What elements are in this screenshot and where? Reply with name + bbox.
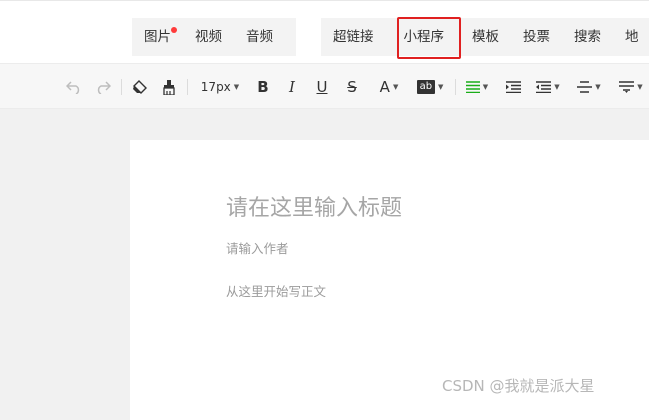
- caret-down-icon: ▼: [637, 83, 643, 91]
- indent-icon: [505, 81, 521, 93]
- menu-image[interactable]: 图片: [132, 18, 183, 56]
- menu-location-label: 地: [625, 29, 639, 45]
- menu-video[interactable]: 视频: [183, 18, 234, 56]
- menu-vote-label: 投票: [523, 29, 550, 45]
- menu-search[interactable]: 搜索: [562, 18, 613, 56]
- menu-video-label: 视频: [195, 29, 222, 45]
- title-input[interactable]: 请在这里输入标题: [226, 190, 402, 222]
- author-input[interactable]: 请输入作者: [226, 238, 289, 257]
- align-left-button[interactable]: ▼: [462, 64, 492, 110]
- background-color-label: ab: [419, 81, 433, 92]
- indent-button[interactable]: [502, 64, 524, 110]
- menu-template-label: 模板: [472, 29, 499, 45]
- separator: [121, 79, 122, 95]
- eraser-icon: [132, 79, 147, 94]
- separator: [455, 79, 456, 95]
- body-input[interactable]: 从这里开始写正文: [226, 281, 326, 300]
- undo-icon: [66, 81, 80, 94]
- tools-group: 超链接 小程序 模板 投票 搜索 地: [321, 18, 649, 56]
- menu-miniprogram[interactable]: 小程序: [386, 18, 461, 56]
- watermark-text: CSDN @我就是派大星: [442, 377, 595, 395]
- paragraph-indent-button[interactable]: ▼: [533, 64, 563, 110]
- paragraph-spacing-icon: [619, 81, 635, 93]
- font-size-dropdown[interactable]: 17px ▼: [195, 64, 245, 110]
- background-color-button[interactable]: ab ▼: [414, 64, 446, 110]
- insert-menu-bar: 图片 视频 音频 超链接 小程序 模板 投票 搜索 地: [0, 0, 649, 63]
- menu-location[interactable]: 地: [613, 18, 649, 56]
- menu-template[interactable]: 模板: [460, 18, 511, 56]
- bold-label: B: [257, 78, 269, 96]
- outdent-icon: [536, 81, 552, 93]
- menu-search-label: 搜索: [574, 29, 601, 45]
- format-toolbar: 17px ▼ B I U S A ▼ ab ▼ ▼ ▼ ▼ ▼: [0, 63, 649, 109]
- media-group: 图片 视频 音频: [132, 18, 296, 56]
- new-badge-dot: [171, 27, 177, 33]
- brush-icon: [163, 79, 175, 95]
- menu-audio[interactable]: 音频: [234, 18, 285, 56]
- align-left-icon: [465, 81, 480, 93]
- underline-label: U: [316, 78, 328, 96]
- clear-format-button[interactable]: [158, 64, 180, 110]
- strikethrough-button[interactable]: S: [342, 64, 362, 110]
- caret-down-icon: ▼: [392, 83, 399, 91]
- italic-label: I: [289, 78, 295, 96]
- caret-down-icon: ▼: [482, 83, 489, 91]
- strikethrough-label: S: [347, 78, 357, 96]
- caret-down-icon: ▼: [233, 83, 240, 91]
- menu-miniprogram-label: 小程序: [403, 29, 445, 45]
- font-color-button[interactable]: A ▼: [373, 64, 405, 110]
- menu-hyperlink-label: 超链接: [333, 29, 374, 45]
- redo-icon: [97, 81, 111, 94]
- line-spacing-button[interactable]: ▼: [574, 64, 604, 110]
- format-painter-button[interactable]: [129, 64, 149, 110]
- separator: [187, 79, 188, 95]
- caret-down-icon: ▼: [438, 83, 444, 91]
- menu-hyperlink[interactable]: 超链接: [321, 18, 386, 56]
- font-color-label: A: [379, 78, 390, 96]
- line-spacing-icon: [577, 81, 593, 93]
- font-size-value: 17px: [200, 80, 231, 94]
- underline-button[interactable]: U: [312, 64, 332, 110]
- caret-down-icon: ▼: [554, 83, 560, 91]
- paragraph-spacing-button[interactable]: ▼: [614, 64, 648, 110]
- caret-down-icon: ▼: [595, 83, 601, 91]
- menu-image-label: 图片: [144, 29, 171, 45]
- menu-vote[interactable]: 投票: [511, 18, 562, 56]
- bold-button[interactable]: B: [254, 64, 272, 110]
- highlight-icon: ab: [416, 80, 436, 94]
- menu-audio-label: 音频: [246, 29, 273, 45]
- italic-button[interactable]: I: [283, 64, 301, 110]
- redo-button[interactable]: [92, 64, 114, 110]
- undo-button[interactable]: [63, 64, 85, 110]
